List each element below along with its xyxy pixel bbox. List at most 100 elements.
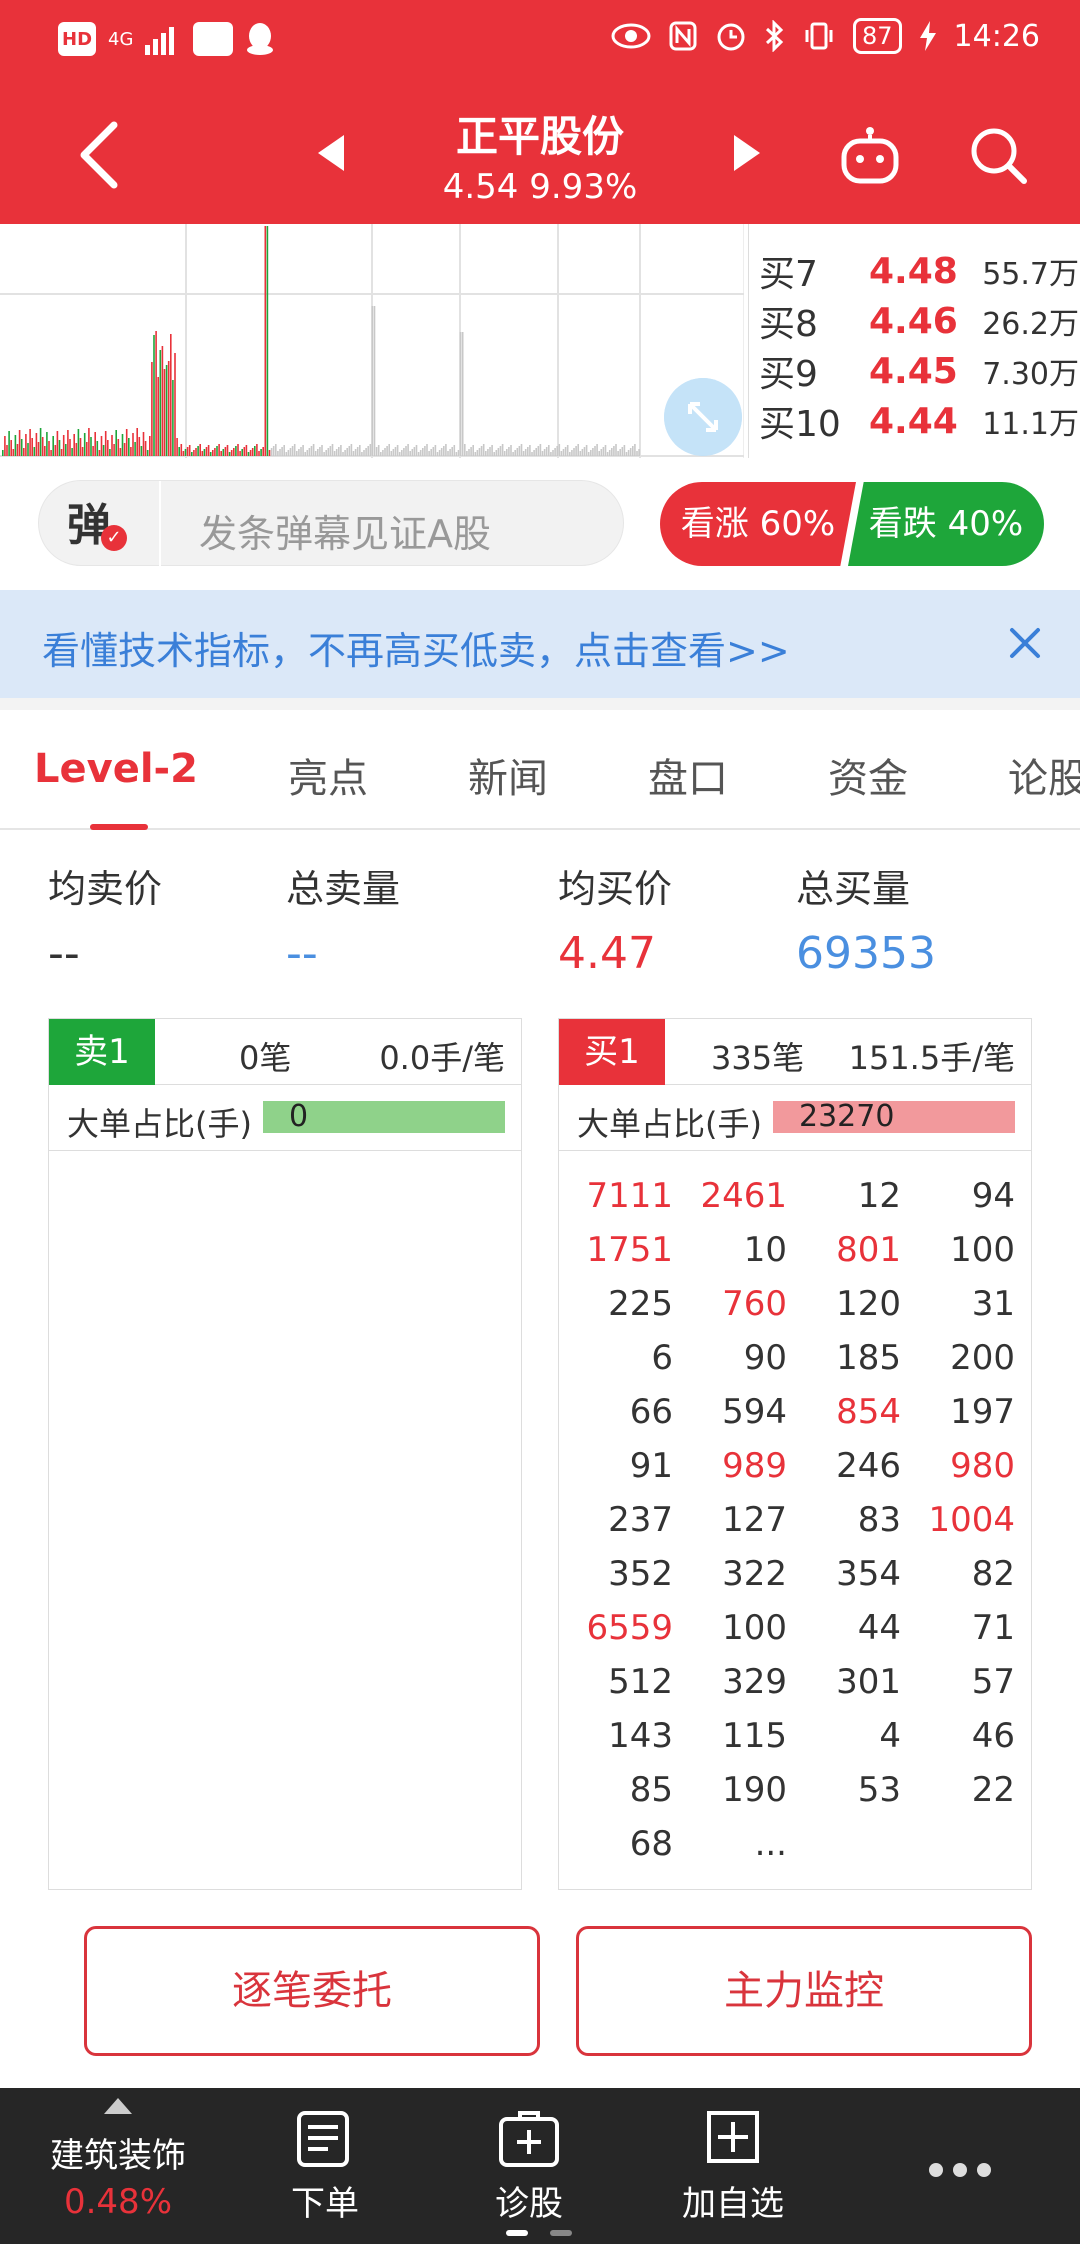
volume-bar (247, 452, 250, 456)
bottom-bar: 建筑装饰 0.48% 下单 诊股 加自选 (0, 2088, 1080, 2244)
volume-bar (487, 449, 489, 456)
volume-bar (464, 444, 466, 456)
robot-assistant-icon[interactable] (838, 123, 902, 187)
volume-bar (590, 450, 592, 456)
divider (0, 698, 1080, 710)
volume-bar (44, 446, 46, 456)
volume-bar (71, 448, 73, 456)
volume-bar (69, 439, 71, 456)
volume-bar (331, 444, 334, 456)
promo-banner[interactable]: 看懂技术指标，不再高买低卖，点击查看>> (0, 590, 1080, 698)
tab-highlights[interactable]: 亮点 (288, 746, 368, 804)
chevron-up-icon[interactable] (104, 2098, 132, 2114)
orderbook-row-partial (759, 224, 1079, 244)
volume-bar (182, 451, 185, 456)
volume-bar (193, 450, 195, 456)
add-watchlist-label[interactable]: 加自选 (658, 2176, 808, 2225)
tick-orders-button[interactable]: 逐笔委托 (84, 1926, 540, 2056)
volume-bar (317, 449, 319, 456)
close-icon[interactable] (1000, 618, 1050, 668)
tab-forum[interactable]: 论股 (1008, 746, 1080, 804)
volume-bar (474, 452, 477, 456)
volume-bar (312, 444, 315, 456)
grid-cell: 115 (722, 1716, 787, 1756)
volume-bar (592, 448, 594, 456)
tab-level2[interactable]: Level-2 (34, 746, 198, 792)
volume-bar (432, 447, 435, 456)
volume-bar (144, 441, 147, 456)
buy-ratio-bar: 23270 (773, 1101, 1015, 1133)
next-stock-icon[interactable] (734, 135, 760, 171)
status-right-icons: 87 14:26 (611, 18, 1040, 54)
volume-bar (37, 442, 40, 456)
banner-text[interactable]: 看懂技术指标，不再高买低卖，点击查看>> (42, 620, 790, 675)
orderbook-row[interactable]: 买7 4.48 55.7万 (759, 246, 1079, 296)
volume-bar (12, 449, 15, 456)
volume-bar (251, 448, 254, 456)
volume-bar (50, 450, 52, 456)
volume-bar (214, 448, 216, 456)
diagnose-icon[interactable] (498, 2110, 560, 2168)
volume-bar (529, 445, 531, 456)
volume-bar (548, 445, 550, 456)
search-icon[interactable] (966, 123, 1030, 187)
volume-bar (306, 450, 309, 456)
vote-down-button[interactable]: 看跌 40% (848, 482, 1044, 566)
volume-bar (264, 226, 267, 456)
grid-cell: 512 (608, 1662, 673, 1702)
volume-bar (371, 306, 374, 456)
order-icon[interactable] (296, 2110, 350, 2168)
volume-bar (443, 446, 445, 456)
grid-cell: 100 (722, 1608, 787, 1648)
order-label[interactable]: 下单 (250, 2176, 400, 2225)
volume-bar (245, 445, 248, 456)
volume-bar (539, 444, 542, 456)
grid-row: 68... (559, 1817, 1031, 1871)
volume-bar (262, 447, 264, 456)
volume-bar (346, 448, 348, 456)
tab-news[interactable]: 新闻 (468, 746, 548, 804)
volume-chart[interactable] (0, 224, 744, 458)
volume-bar (100, 436, 103, 456)
volume-bar (304, 452, 306, 456)
grid-cell: 322 (722, 1554, 787, 1594)
grid-row: 85 190 53 22 (559, 1763, 1031, 1817)
grid-cell (787, 1817, 901, 1871)
back-arrow-icon[interactable] (70, 115, 130, 195)
volume-bar (634, 444, 636, 456)
prev-stock-icon[interactable] (318, 135, 344, 171)
volume-bar (436, 452, 439, 456)
grid-row: 143 115 4 46 (559, 1709, 1031, 1763)
orderbook-row[interactable]: 买9 4.45 7.30万 (759, 346, 1079, 396)
diagnose-label[interactable]: 诊股 (454, 2176, 604, 2225)
main-force-monitor-button[interactable]: 主力监控 (576, 1926, 1032, 2056)
orderbook-label: 买9 (759, 354, 818, 395)
tab-orderbook[interactable]: 盘口 (648, 746, 728, 804)
sector-name[interactable]: 建筑装饰 (30, 2128, 206, 2177)
orderbook-label: 买7 (759, 254, 818, 295)
orderbook-row[interactable]: 买8 4.46 26.2万 (759, 296, 1079, 346)
more-icon[interactable] (928, 2162, 992, 2178)
grid-cell: 854 (836, 1392, 901, 1432)
volume-bar (10, 440, 12, 456)
expand-icon[interactable] (664, 378, 742, 456)
grid-cell (901, 1817, 1015, 1871)
grid-cell: 83 (857, 1500, 901, 1540)
volume-bar (361, 452, 363, 456)
orderbook-volume: 7.30万 (982, 357, 1079, 392)
add-watchlist-icon[interactable] (706, 2110, 760, 2164)
volume-bar (377, 445, 380, 456)
volume-bar (241, 449, 243, 456)
volume-bar (184, 449, 187, 456)
volume-bar (518, 446, 521, 456)
grid-cell: 329 (722, 1662, 787, 1702)
volume-bar (552, 450, 554, 456)
volume-bar (191, 452, 193, 456)
orderbook-row[interactable]: 买10 4.44 11.1万 (759, 396, 1079, 446)
volume-bar (111, 435, 113, 456)
volume-bar (291, 446, 294, 456)
danmu-input[interactable]: 弹 ✓ 发条弹幕见证A股 (38, 480, 624, 567)
vote-up-button[interactable]: 看涨 60% (660, 482, 856, 566)
tab-funds[interactable]: 资金 (828, 746, 908, 804)
volume-bar (413, 447, 416, 456)
